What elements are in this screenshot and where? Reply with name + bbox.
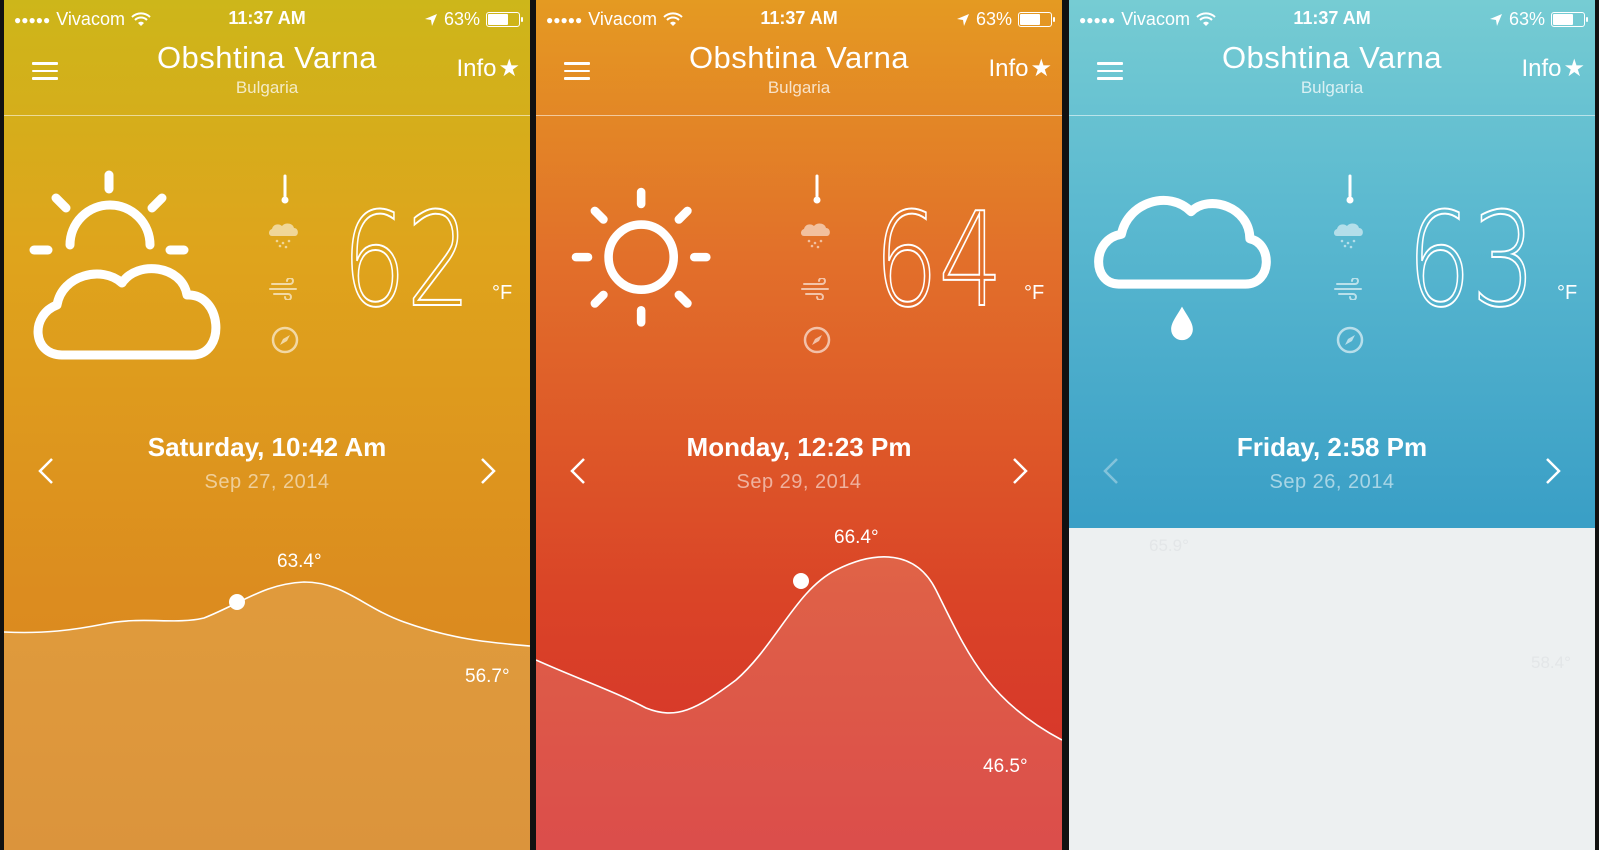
temperature-unit: °F — [1024, 282, 1045, 304]
location-arrow-icon — [424, 13, 437, 26]
compass-icon — [271, 326, 299, 354]
ghost-low-label: 58.4° — [1531, 653, 1571, 672]
battery-icon — [1551, 12, 1588, 27]
star-icon: ★ — [1030, 55, 1052, 82]
star-icon: ★ — [498, 55, 520, 82]
temperature-chart — [536, 556, 1062, 850]
info-button[interactable]: Info ★ — [988, 54, 1052, 83]
city-name: Obshtina Varna — [688, 40, 910, 75]
country-name: Bulgaria — [235, 78, 299, 97]
nav-bar: Obshtina Varna Bulgaria Info ★ — [536, 38, 1062, 116]
next-arrow-icon[interactable] — [1541, 455, 1565, 487]
battery-icon — [486, 12, 523, 27]
date-display: Saturday, 10:42 Am Sep 27, 2014 — [4, 432, 530, 494]
date: Sep 29, 2014 — [736, 471, 862, 493]
rain-icon — [1334, 223, 1363, 249]
low-temperature-label: 56.7° — [465, 666, 510, 687]
svg-text:64: 64 — [874, 193, 1003, 313]
city-name: Obshtina Varna — [1221, 40, 1443, 75]
battery-icon — [1018, 12, 1055, 27]
wind-icon — [801, 278, 829, 300]
next-arrow-icon[interactable] — [476, 455, 500, 487]
status-bar: ●●●●● Vivacom 11:37 AM 63% — [536, 0, 1062, 38]
weather-screen-monday: ●●●●● Vivacom 11:37 AM 63% Obshtina Varn… — [536, 0, 1062, 850]
temperature-value: 63 — [1407, 193, 1537, 313]
city-name: Obshtina Varna — [156, 40, 378, 75]
day-time: Saturday, 10:42 Am — [147, 432, 387, 462]
rain-icon — [801, 223, 830, 249]
temperature-value: 64 — [874, 193, 1004, 313]
chart-loading-panel: 65.9° 58.4° — [1069, 528, 1595, 850]
sun-icon — [571, 187, 711, 327]
weather-details — [1331, 172, 1367, 362]
compass-icon — [803, 326, 831, 354]
status-bar: ●●●●● Vivacom 11:37 AM 63% — [4, 0, 530, 38]
svg-text:62: 62 — [342, 193, 471, 313]
partly-cloudy-icon — [29, 170, 221, 360]
star-icon: ★ — [1563, 55, 1585, 82]
thermometer-icon — [1346, 174, 1354, 204]
weather-screen-saturday: ●●●●● Vivacom 11:37 AM 63% Obshtina Varn… — [4, 0, 530, 850]
info-button[interactable]: Info ★ — [456, 54, 520, 83]
temperature-unit: °F — [1557, 282, 1578, 304]
compass-icon — [1336, 326, 1364, 354]
day-time: Monday, 12:23 Pm — [686, 432, 912, 462]
info-label: Info — [456, 54, 497, 82]
temperature-area — [4, 582, 530, 850]
location-arrow-icon — [956, 13, 969, 26]
info-label: Info — [1521, 54, 1562, 82]
country-name: Bulgaria — [1300, 78, 1364, 97]
temperature-chart — [4, 581, 530, 850]
temperature-area — [536, 556, 1062, 850]
weather-details — [266, 172, 302, 362]
high-temperature-label: 66.4° — [834, 527, 879, 548]
info-button[interactable]: Info ★ — [1521, 54, 1585, 83]
nav-bar: Obshtina Varna Bulgaria Info ★ — [4, 38, 530, 116]
location-arrow-icon — [1489, 13, 1502, 26]
thermometer-icon — [813, 174, 821, 204]
battery-percent: 63% — [1508, 9, 1545, 29]
wind-icon — [1334, 278, 1362, 300]
date: Sep 26, 2014 — [1269, 471, 1395, 493]
info-label: Info — [988, 54, 1029, 82]
low-temperature-label: 46.5° — [983, 756, 1028, 777]
date-display: Friday, 2:58 Pm Sep 26, 2014 — [1069, 432, 1595, 494]
battery-percent: 63% — [443, 9, 480, 29]
nav-bar: Obshtina Varna Bulgaria Info ★ — [1069, 38, 1595, 116]
current-time-marker[interactable] — [793, 573, 809, 589]
current-time-marker[interactable] — [229, 594, 245, 610]
status-bar: ●●●●● Vivacom 11:37 AM 63% — [1069, 0, 1595, 38]
next-arrow-icon[interactable] — [1008, 455, 1032, 487]
rain-cloud-icon — [1094, 195, 1271, 341]
date: Sep 27, 2014 — [204, 471, 330, 493]
svg-text:63: 63 — [1407, 193, 1536, 313]
battery-percent: 63% — [975, 9, 1012, 29]
thermometer-icon — [281, 174, 289, 204]
date-display: Monday, 12:23 Pm Sep 29, 2014 — [536, 432, 1062, 494]
high-temperature-label: 63.4° — [277, 551, 322, 572]
weather-details — [798, 172, 834, 362]
ghost-high-label: 65.9° — [1149, 536, 1189, 555]
weather-screen-friday: ●●●●● Vivacom 11:37 AM 63% Obshtina Varn… — [1069, 0, 1595, 850]
wind-icon — [269, 278, 297, 300]
country-name: Bulgaria — [767, 78, 831, 97]
temperature-value: 62 — [342, 193, 472, 313]
temperature-unit: °F — [492, 282, 513, 304]
day-time: Friday, 2:58 Pm — [1236, 432, 1428, 462]
rain-icon — [269, 223, 298, 249]
